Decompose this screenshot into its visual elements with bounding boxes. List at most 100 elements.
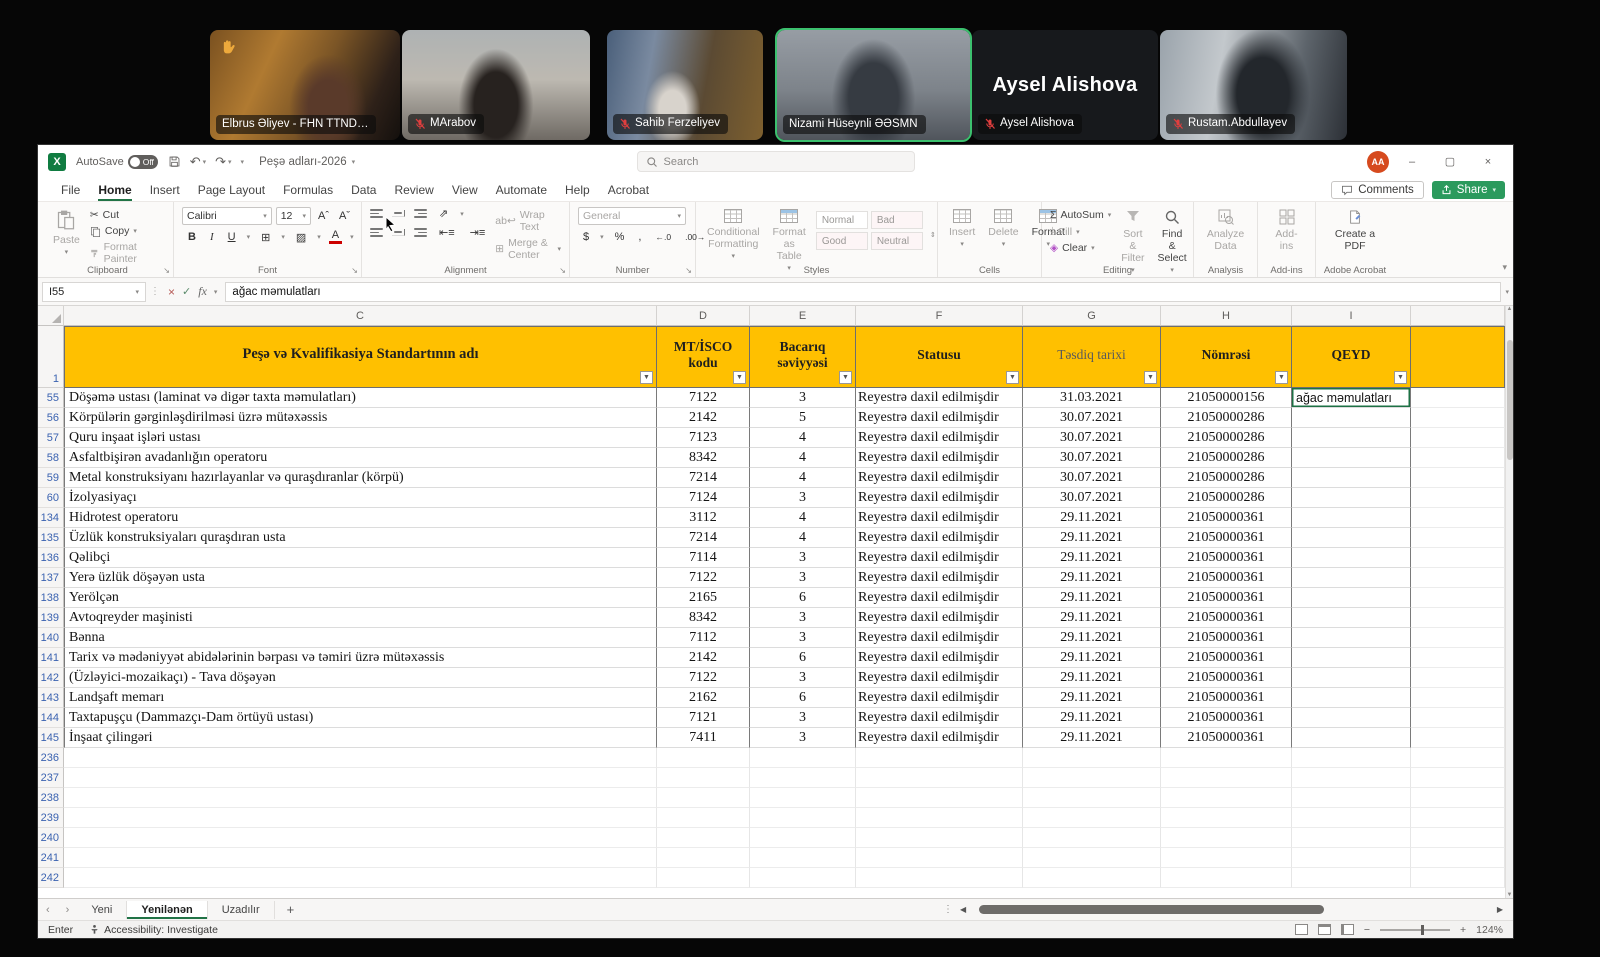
cell-note[interactable]	[1292, 428, 1411, 448]
cell-status[interactable]: Reyestrə daxil edilmişdir	[856, 568, 1023, 588]
cell-status[interactable]: Reyestrə daxil edilmişdir	[856, 408, 1023, 428]
cell-approval-date[interactable]: 30.07.2021	[1023, 488, 1161, 508]
cell-blank[interactable]	[1411, 448, 1505, 468]
previous-sheet-arrow[interactable]: ‹	[38, 904, 58, 916]
currency-format-button[interactable]: $	[580, 231, 592, 243]
cell-isco-code[interactable]: 2165	[657, 588, 750, 608]
cell-number[interactable]: 21050000361	[1161, 508, 1292, 528]
cell-number[interactable]: 21050000286	[1161, 448, 1292, 468]
cell-blank[interactable]	[1161, 868, 1292, 888]
font-color-button[interactable]: A	[329, 230, 342, 244]
cut-button[interactable]: ✂Cut	[90, 209, 165, 221]
row-number[interactable]: 59	[38, 468, 64, 488]
cell-blank[interactable]	[64, 848, 657, 868]
cell-isco-code[interactable]: 7112	[657, 628, 750, 648]
cell-skill-level[interactable]: 3	[750, 628, 856, 648]
cell-profession-name[interactable]: Yerə üzlük döşəyən usta	[64, 568, 657, 588]
participant-tile-marabov[interactable]: MArabov	[402, 30, 590, 140]
scroll-right-arrow[interactable]: ▶	[1497, 905, 1503, 914]
cell-number[interactable]: 21050000361	[1161, 548, 1292, 568]
participant-tile-elbrus[interactable]: Elbrus Əliyev - FHN TTND…	[210, 30, 400, 140]
orientation-button[interactable]: ⇗	[436, 207, 451, 220]
underline-button[interactable]: U	[225, 231, 239, 243]
cell-blank[interactable]	[1023, 788, 1161, 808]
row-number[interactable]: 135	[38, 528, 64, 548]
create-pdf-button[interactable]: Create a PDF	[1324, 207, 1386, 254]
row-number[interactable]: 236	[38, 748, 64, 768]
excel-logo-icon[interactable]: X	[48, 153, 66, 171]
cell-number[interactable]: 21050000156	[1161, 388, 1292, 408]
cell-profession-name[interactable]: İnşaat çilingəri	[64, 728, 657, 748]
cell-profession-name[interactable]: Qəlibçi	[64, 548, 657, 568]
participant-tile-aysel-camera-off[interactable]: Aysel Alishova Aysel Alishova	[972, 30, 1158, 140]
sheet-tab-yeni[interactable]: Yeni	[77, 901, 127, 919]
header-cell-level[interactable]: Bacarıq səviyyəsi▼	[750, 326, 856, 388]
tab-data[interactable]: Data	[342, 180, 385, 200]
tab-formulas[interactable]: Formulas	[274, 180, 342, 200]
italic-button[interactable]: I	[207, 231, 217, 243]
undo-button[interactable]: ↶▾	[190, 154, 206, 170]
cell-profession-name[interactable]: Hidrotest operatoru	[64, 508, 657, 528]
analyze-data-button[interactable]: Analyze Data	[1202, 207, 1249, 254]
cell-status[interactable]: Reyestrə daxil edilmişdir	[856, 448, 1023, 468]
cell-number[interactable]: 21050000286	[1161, 468, 1292, 488]
row-number[interactable]: 134	[38, 508, 64, 528]
cell-number[interactable]: 21050000361	[1161, 728, 1292, 748]
cell-approval-date[interactable]: 29.11.2021	[1023, 528, 1161, 548]
cell-approval-date[interactable]: 29.11.2021	[1023, 648, 1161, 668]
cell-isco-code[interactable]: 7122	[657, 668, 750, 688]
zoom-out-button[interactable]: −	[1364, 924, 1370, 936]
row-number[interactable]: 141	[38, 648, 64, 668]
insert-cells-button[interactable]: Insert▾	[946, 207, 978, 251]
filter-icon[interactable]: ▼	[1394, 371, 1407, 384]
cell-isco-code[interactable]: 2162	[657, 688, 750, 708]
cell-note[interactable]	[1292, 668, 1411, 688]
cell-blank[interactable]	[657, 748, 750, 768]
zoom-slider-knob[interactable]	[1421, 925, 1424, 935]
autosave-control[interactable]: AutoSave Off	[76, 155, 158, 169]
cell-blank[interactable]	[856, 768, 1023, 788]
cell-isco-code[interactable]: 7214	[657, 528, 750, 548]
collapse-ribbon-button[interactable]: ▾	[1502, 262, 1507, 273]
cell-skill-level[interactable]: 4	[750, 468, 856, 488]
cell-approval-date[interactable]: 30.07.2021	[1023, 468, 1161, 488]
cell-status[interactable]: Reyestrə daxil edilmişdir	[856, 688, 1023, 708]
format-painter-button[interactable]: Format Painter	[90, 241, 165, 265]
namebox-splitter[interactable]: ⋮	[150, 286, 160, 297]
cell-blank[interactable]	[1023, 768, 1161, 788]
increase-decimal-button[interactable]: ←.0	[652, 232, 674, 242]
cell-style-good[interactable]: Good	[816, 232, 868, 250]
cell-blank[interactable]	[1023, 848, 1161, 868]
save-button[interactable]	[168, 155, 181, 168]
header-cell-date[interactable]: Təsdiq tarixi▼	[1023, 326, 1161, 388]
cell-skill-level[interactable]: 3	[750, 668, 856, 688]
cell-skill-level[interactable]: 6	[750, 588, 856, 608]
page-break-view-button[interactable]	[1341, 924, 1354, 935]
cell-number[interactable]: 21050000361	[1161, 688, 1292, 708]
cell-blank[interactable]	[1411, 828, 1505, 848]
cell-blank[interactable]	[1411, 528, 1505, 548]
cell-number[interactable]: 21050000361	[1161, 528, 1292, 548]
cell-number[interactable]: 21050000361	[1161, 628, 1292, 648]
cell-style-bad[interactable]: Bad	[871, 211, 923, 229]
cell-isco-code[interactable]: 7123	[657, 428, 750, 448]
cell-number[interactable]: 21050000361	[1161, 568, 1292, 588]
percent-format-button[interactable]: %	[612, 231, 628, 243]
cell-blank[interactable]	[1023, 828, 1161, 848]
cell-note[interactable]	[1292, 648, 1411, 668]
cell-skill-level[interactable]: 4	[750, 448, 856, 468]
cell-number[interactable]: 21050000361	[1161, 648, 1292, 668]
cell-blank[interactable]	[1411, 808, 1505, 828]
cell-blank[interactable]	[1411, 568, 1505, 588]
cell-isco-code[interactable]: 7411	[657, 728, 750, 748]
participant-tile-nizami-active-speaker[interactable]: Nizami Hüseynli ƏƏSMN	[777, 30, 970, 140]
header-cell-code[interactable]: MT/İSCO kodu▼	[657, 326, 750, 388]
cell-blank[interactable]	[1411, 648, 1505, 668]
cell-blank[interactable]	[750, 808, 856, 828]
cell-status[interactable]: Reyestrə daxil edilmişdir	[856, 608, 1023, 628]
close-button[interactable]: ×	[1473, 156, 1503, 168]
cell-status[interactable]: Reyestrə daxil edilmişdir	[856, 548, 1023, 568]
cell-skill-level[interactable]: 3	[750, 488, 856, 508]
tab-view[interactable]: View	[443, 180, 487, 200]
page-layout-view-button[interactable]	[1318, 924, 1331, 935]
